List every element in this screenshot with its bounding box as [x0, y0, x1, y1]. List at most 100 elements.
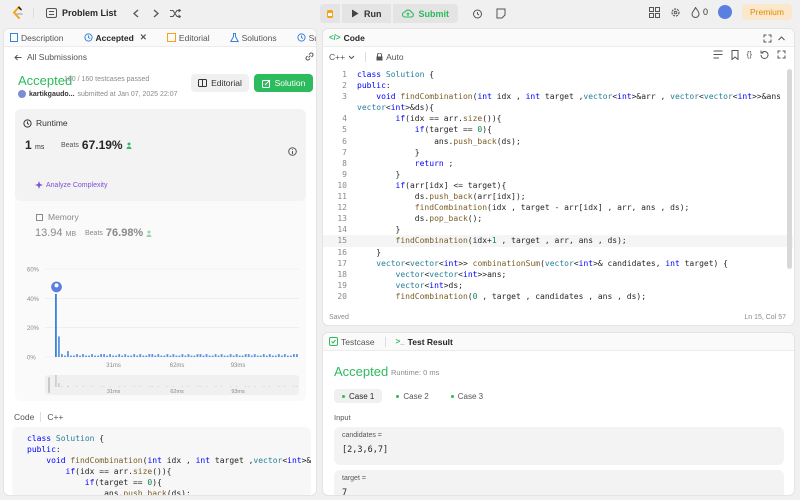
chevron-up-icon[interactable]	[777, 34, 786, 43]
format-icon[interactable]	[713, 50, 723, 60]
runtime-bar[interactable]	[187, 354, 190, 357]
fullscreen-icon[interactable]	[777, 50, 786, 60]
tab-editorial[interactable]: Editorial	[166, 33, 210, 43]
shuffle-icon[interactable]	[167, 4, 185, 22]
braces-icon[interactable]: {}	[747, 50, 752, 60]
runtime-bar[interactable]	[175, 355, 178, 357]
user-avatar[interactable]	[18, 90, 26, 98]
runtime-bar[interactable]	[226, 355, 229, 357]
runtime-bar[interactable]	[112, 355, 115, 357]
runtime-bar[interactable]	[250, 355, 253, 357]
tab-testcase[interactable]: Testcase	[329, 337, 375, 347]
tab-test-result[interactable]: >_ Test Result	[396, 337, 453, 347]
gear-icon[interactable]	[670, 7, 681, 18]
runtime-card[interactable]: Runtime 1 ms Beats 67.19% Analyze Comple…	[15, 109, 306, 201]
runtime-bar[interactable]	[265, 355, 268, 357]
runtime-bar[interactable]	[238, 355, 241, 357]
runtime-bar[interactable]	[262, 354, 265, 357]
problem-list-link[interactable]: Problem List	[46, 8, 117, 18]
runtime-bar[interactable]	[88, 355, 90, 357]
runtime-bar[interactable]	[283, 354, 286, 357]
code-line[interactable]: 18 vector<vector<int>>ans;	[323, 269, 793, 280]
runtime-bar[interactable]	[55, 293, 57, 357]
runtime-bar[interactable]	[178, 355, 181, 357]
runtime-bar[interactable]	[130, 355, 133, 357]
runtime-bar[interactable]	[124, 354, 127, 357]
runtime-bar[interactable]	[70, 355, 72, 357]
runtime-bar[interactable]	[109, 354, 112, 357]
runtime-bar[interactable]	[292, 354, 295, 357]
case-tab-3[interactable]: Case 3	[443, 389, 491, 403]
runtime-bar[interactable]	[145, 355, 148, 357]
runtime-bar[interactable]	[253, 354, 256, 357]
runtime-bar[interactable]	[103, 354, 106, 357]
runtime-distribution-chart[interactable]: 60% 40% 20% 0% 31ms 62ms 93ms 31ms 62ms 93ms	[27, 261, 307, 401]
code-line[interactable]: 14 }	[323, 224, 793, 235]
runtime-bar[interactable]	[286, 355, 289, 357]
runtime-bar[interactable]	[79, 355, 81, 357]
layout-grid-icon[interactable]	[648, 6, 660, 18]
runtime-bar[interactable]	[274, 355, 277, 357]
tab-description[interactable]: Description	[10, 33, 64, 43]
debug-button[interactable]	[320, 4, 340, 23]
runtime-bar[interactable]	[208, 355, 211, 357]
runtime-bar[interactable]	[193, 355, 196, 357]
premium-button[interactable]: Premium	[741, 4, 792, 20]
runtime-bar[interactable]	[280, 355, 283, 357]
code-line[interactable]: 4 if(idx == arr.size()){	[323, 113, 793, 124]
runtime-bar[interactable]	[232, 355, 235, 357]
code-editor[interactable]: 1 class Solution {2 public: 3 void findComb…	[323, 69, 793, 304]
runtime-bar[interactable]	[199, 354, 202, 357]
runtime-bar[interactable]	[220, 354, 223, 357]
link-icon[interactable]	[305, 52, 314, 61]
runtime-bar[interactable]	[118, 354, 121, 357]
runtime-bar[interactable]	[127, 355, 130, 357]
runtime-bar[interactable]	[172, 354, 175, 357]
code-line[interactable]: 6 ans.push_back(ds);	[323, 136, 793, 147]
code-line[interactable]: 11 ds.push_back(arr[idx]);	[323, 191, 793, 202]
runtime-bar[interactable]	[268, 354, 271, 357]
runtime-bar[interactable]	[295, 354, 298, 357]
runtime-bar[interactable]	[205, 354, 208, 357]
runtime-bar[interactable]	[73, 355, 75, 357]
tab-code[interactable]: </> Code	[329, 33, 365, 43]
runtime-bar[interactable]	[76, 354, 78, 357]
runtime-bar[interactable]	[121, 355, 124, 357]
streak-counter[interactable]: 0	[691, 6, 708, 18]
runtime-bar[interactable]	[211, 355, 214, 357]
runtime-bar[interactable]	[256, 355, 259, 357]
runtime-bar[interactable]	[229, 354, 232, 357]
code-line[interactable]: 5 if(target == 0){	[323, 124, 793, 135]
maximize-icon[interactable]	[763, 34, 772, 43]
runtime-bar[interactable]	[136, 355, 139, 357]
runtime-bar[interactable]	[259, 355, 262, 357]
submitted-code-block[interactable]: class Solution {public: void findCombina…	[12, 427, 311, 495]
tab-accepted[interactable]: Accepted ✕	[83, 32, 147, 43]
runtime-bar[interactable]	[61, 354, 63, 357]
runtime-bar[interactable]	[106, 355, 109, 357]
code-line[interactable]: 16 }	[323, 247, 793, 258]
code-line[interactable]: 8 return ;	[323, 158, 793, 169]
code-line[interactable]: vector<int>&ds){	[323, 102, 793, 113]
runtime-bar[interactable]	[97, 355, 99, 357]
runtime-bar[interactable]	[190, 355, 193, 357]
bookmark-icon[interactable]	[731, 50, 739, 60]
avatar[interactable]	[717, 5, 732, 19]
runtime-bar[interactable]	[247, 354, 250, 357]
submit-button[interactable]: Submit	[392, 4, 458, 23]
editor-scrollbar[interactable]	[787, 69, 792, 269]
editorial-button[interactable]: Editorial	[191, 74, 249, 92]
alarm-clock-icon[interactable]	[468, 5, 486, 23]
tab-submissions[interactable]: Submissions	[297, 33, 316, 43]
run-button[interactable]: Run	[342, 4, 391, 23]
code-line[interactable]: 7 }	[323, 147, 793, 158]
range-handle-left[interactable]	[48, 377, 50, 393]
runtime-bar[interactable]	[166, 354, 169, 357]
leetcode-logo-icon[interactable]	[9, 4, 27, 22]
chevron-right-icon[interactable]	[147, 4, 165, 22]
code-line[interactable]: 13 ds.pop_back();	[323, 213, 793, 224]
analyze-complexity-link[interactable]: Analyze Complexity	[35, 181, 107, 189]
runtime-bar[interactable]	[160, 355, 163, 357]
code-line[interactable]: 17 vector<vector<int>> combinationSum(ve…	[323, 258, 793, 269]
runtime-bar[interactable]	[85, 355, 87, 357]
